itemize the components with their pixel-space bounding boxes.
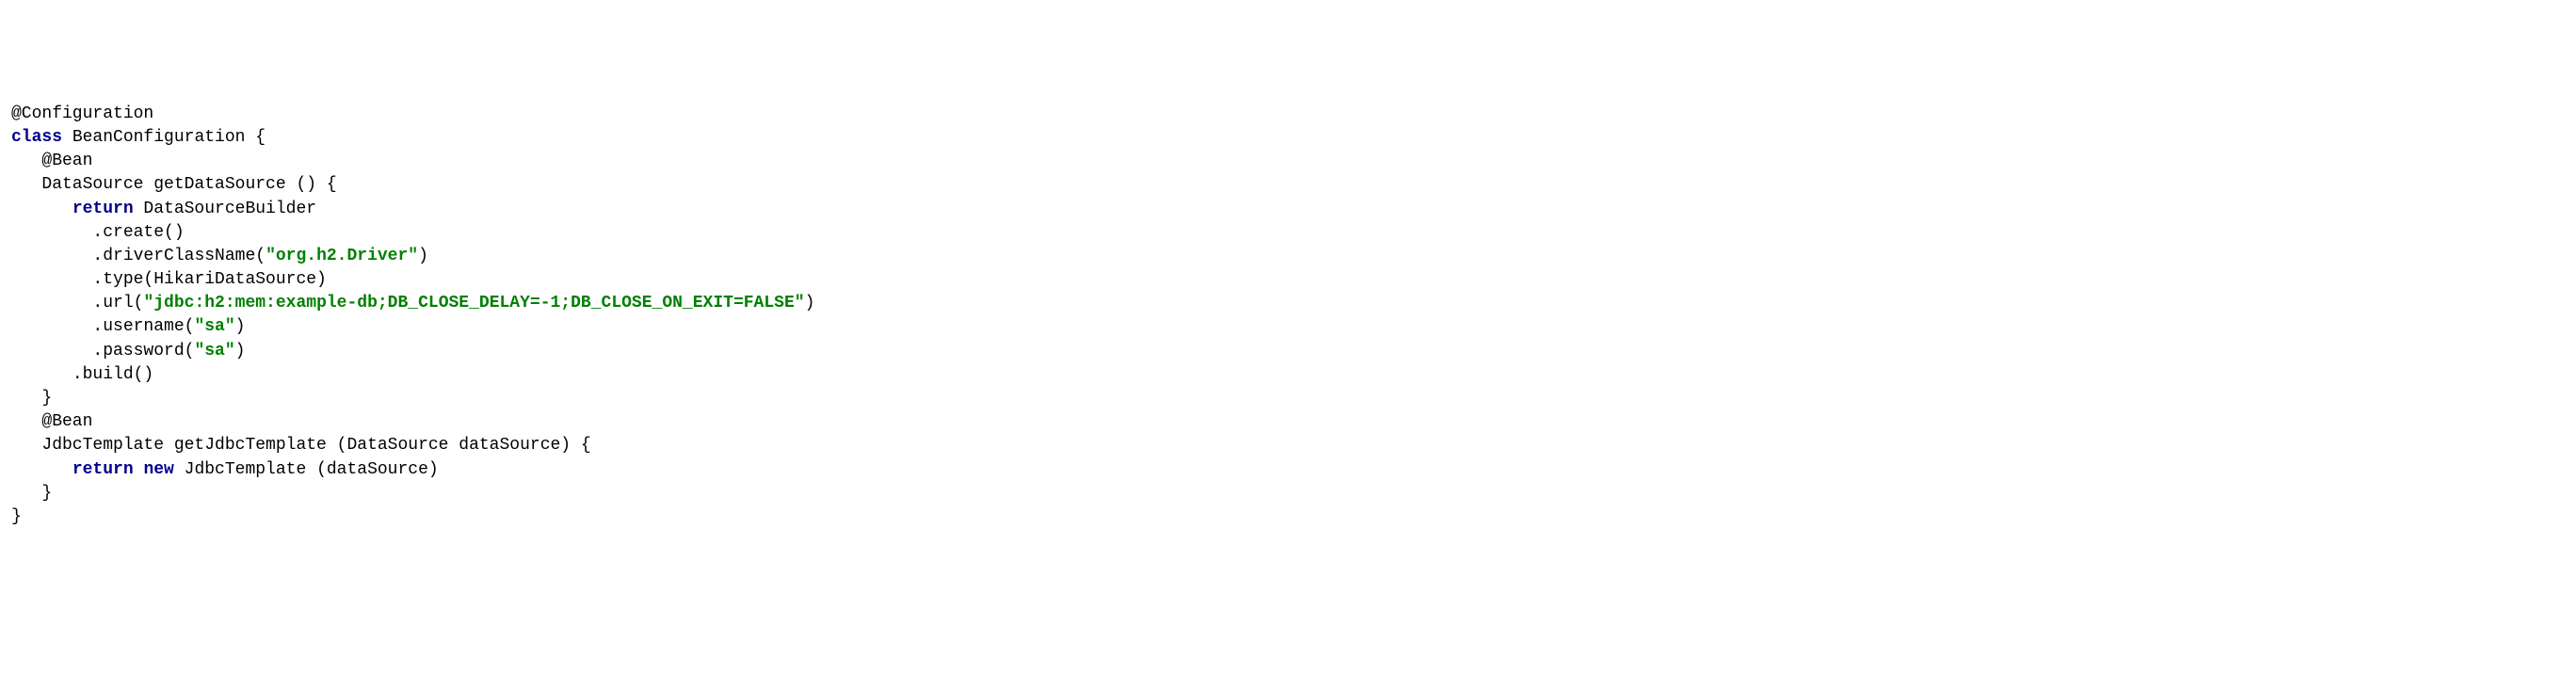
keyword-return: return — [72, 200, 134, 218]
keyword-return: return — [72, 460, 134, 479]
code-line-14: .build() — [11, 363, 2565, 387]
code-line-8: .create() — [11, 221, 2565, 245]
annotation: @Bean — [41, 412, 92, 431]
code-line-18: JdbcTemplate getJdbcTemplate (DataSource… — [11, 434, 2565, 457]
indent — [11, 294, 92, 312]
code-line-2: class BeanConfiguration { — [11, 126, 2565, 150]
indent — [11, 342, 92, 361]
space — [134, 460, 144, 479]
method-signature: DataSource getDataSource () { — [41, 175, 336, 194]
constructor-call: JdbcTemplate (dataSource) — [174, 460, 439, 479]
method-call: .password( — [92, 342, 194, 361]
code-line-17: @Bean — [11, 410, 2565, 434]
method-signature: JdbcTemplate getJdbcTemplate (DataSource… — [41, 436, 590, 455]
indent — [11, 152, 41, 170]
indent — [11, 223, 92, 242]
indent — [11, 484, 41, 503]
string-literal: "jdbc:h2:mem:example-db;DB_CLOSE_DELAY=-… — [143, 294, 804, 312]
close-paren: ) — [235, 342, 246, 361]
builder-start: DataSourceBuilder — [134, 200, 316, 218]
method-call: .type(HikariDataSource) — [92, 270, 326, 289]
method-call: .url( — [92, 294, 143, 312]
close-brace: } — [41, 389, 52, 408]
method-call: .username( — [92, 317, 194, 336]
code-block: @Configurationclass BeanConfiguration { … — [11, 103, 2565, 529]
code-line-13: .password("sa") — [11, 340, 2565, 363]
string-literal: "sa" — [194, 342, 234, 361]
indent — [11, 436, 41, 455]
method-call: .build() — [72, 365, 153, 384]
code-line-12: .username("sa") — [11, 315, 2565, 339]
code-line-5: DataSource getDataSource () { — [11, 173, 2565, 197]
indent — [11, 270, 92, 289]
close-paren: ) — [805, 294, 815, 312]
indent — [11, 200, 72, 218]
annotation: @Configuration — [11, 104, 153, 123]
annotation: @Bean — [41, 152, 92, 170]
indent — [11, 247, 92, 265]
code-line-4: @Bean — [11, 150, 2565, 173]
string-literal: "sa" — [194, 317, 234, 336]
indent — [11, 412, 41, 431]
indent — [11, 365, 72, 384]
method-call: .create() — [92, 223, 184, 242]
method-call: .driverClassName( — [92, 247, 266, 265]
code-line-21: } — [11, 505, 2565, 529]
code-line-11: .url("jdbc:h2:mem:example-db;DB_CLOSE_DE… — [11, 292, 2565, 315]
code-line-10: .type(HikariDataSource) — [11, 268, 2565, 292]
close-brace: } — [11, 507, 22, 526]
indent — [11, 175, 41, 194]
indent — [11, 317, 92, 336]
code-line-19: return new JdbcTemplate (dataSource) — [11, 458, 2565, 482]
indent — [11, 389, 41, 408]
code-line-15: } — [11, 387, 2565, 410]
code-line-7: return DataSourceBuilder — [11, 198, 2565, 221]
class-declaration: BeanConfiguration { — [62, 128, 266, 147]
code-line-20: } — [11, 482, 2565, 505]
close-paren: ) — [418, 247, 428, 265]
keyword-new: new — [143, 460, 173, 479]
code-line-1: @Configuration — [11, 103, 2565, 126]
string-literal: "org.h2.Driver" — [266, 247, 418, 265]
keyword-class: class — [11, 128, 62, 147]
indent — [11, 460, 72, 479]
close-paren: ) — [235, 317, 246, 336]
code-line-9: .driverClassName("org.h2.Driver") — [11, 245, 2565, 268]
close-brace: } — [41, 484, 52, 503]
